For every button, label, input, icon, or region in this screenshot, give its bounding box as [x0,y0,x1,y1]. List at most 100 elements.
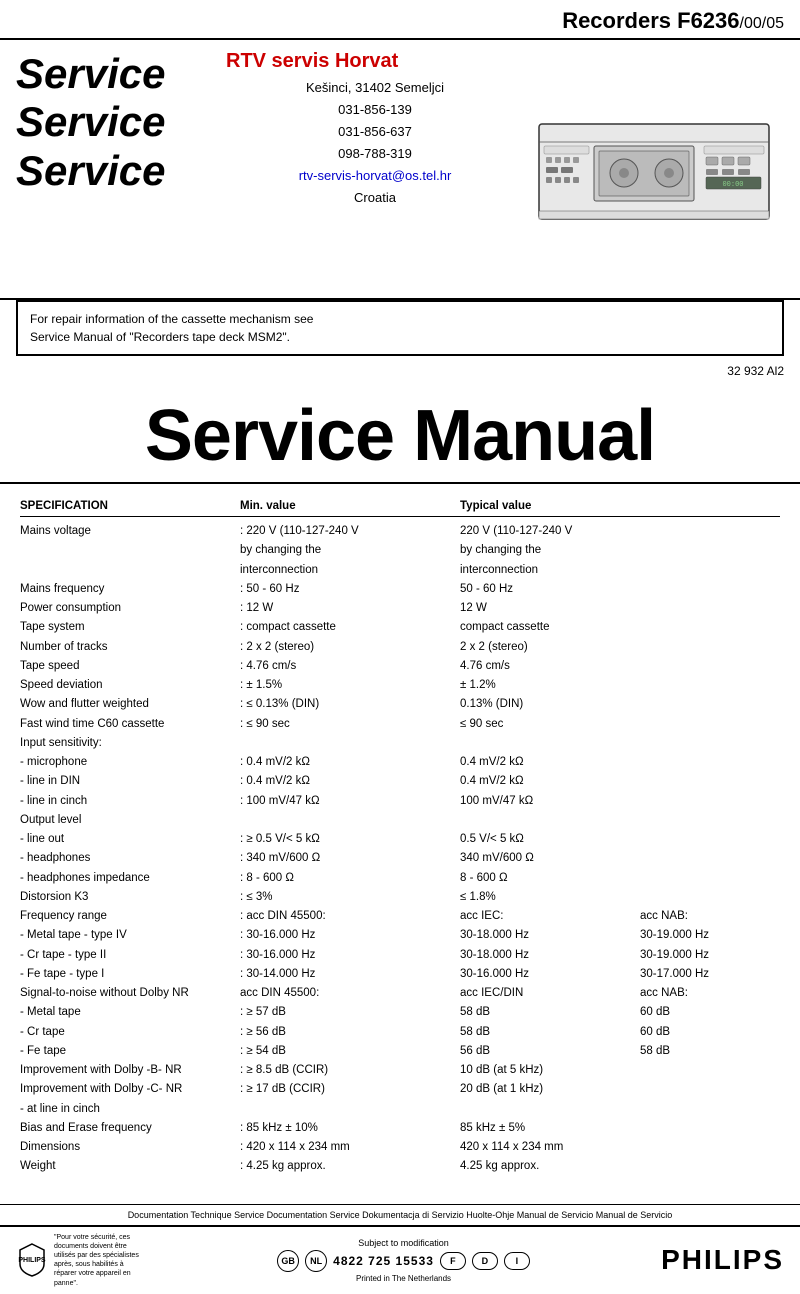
spec-nab: acc NAB: [640,985,780,1002]
spec-label: - microphone [20,754,240,771]
spec-col-nab-header [640,500,780,512]
badge-i: I [504,1252,530,1270]
spec-min: : 2 x 2 (stereo) [240,639,460,656]
spec-typ: 0.4 mV/2 kΩ [460,754,640,771]
spec-nab [640,850,780,867]
spec-typ: 85 kHz ± 5% [460,1120,640,1137]
email[interactable]: rtv-servis-horvat@os.tel.hr [226,165,524,187]
printed-line: Printed in The Netherlands [356,1274,451,1283]
spec-label: Mains frequency [20,581,240,598]
spec-typ: ≤ 1.8% [460,889,640,906]
spec-nab [640,793,780,810]
service-word-1: Service [16,50,216,98]
spec-label: Frequency range [20,908,240,925]
spec-label: - Metal tape [20,1004,240,1021]
spec-min: : ± 1.5% [240,677,460,694]
spec-nab [640,600,780,617]
spec-min: : 30-14.000 Hz [240,966,460,983]
spec-row: Distorsion K3 : ≤ 3% ≤ 1.8% [20,889,780,906]
spec-typ: 420 x 114 x 234 mm [460,1139,640,1156]
service-word-2: Service [16,98,216,146]
spec-label: - headphones impedance [20,870,240,887]
spec-label: - Cr tape [20,1024,240,1041]
spec-row: Tape system : compact cassette compact c… [20,619,780,636]
spec-row: - Fe tape - type I : 30-14.000 Hz 30-16.… [20,966,780,983]
spec-nab [640,773,780,790]
spec-min: : ≥ 8.5 dB (CCIR) [240,1062,460,1079]
spec-label [20,562,240,579]
top-header: Recorders F6236/00/05 [0,0,800,40]
philips-logo-right: PHILIPS [661,1244,784,1276]
spec-min: : ≥ 56 dB [240,1024,460,1041]
spec-nab [640,1062,780,1079]
phone3: 098-788-319 [226,143,524,165]
spec-row: - at line in cinch [20,1101,780,1118]
spec-typ: 4.25 kg approx. [460,1158,640,1175]
model-variant: /00/05 [740,15,784,32]
spec-label: Mains voltage [20,523,240,540]
spec-col-min-header: Min. value [240,500,460,512]
spec-typ: 10 dB (at 5 kHz) [460,1062,640,1079]
spec-label: Number of tracks [20,639,240,656]
spec-min [240,1101,460,1118]
spec-label: Improvement with Dolby -C- NR [20,1081,240,1098]
spec-typ: acc IEC: [460,908,640,925]
spec-min [240,812,460,829]
spec-row: Tape speed : 4.76 cm/s 4.76 cm/s [20,658,780,675]
spec-row: Output level [20,812,780,829]
svg-text:PHILIPS: PHILIPS [18,1257,46,1264]
spec-row: - Metal tape : ≥ 57 dB 58 dB 60 dB [20,1004,780,1021]
spec-row: - headphones impedance : 8 - 600 Ω 8 - 6… [20,870,780,887]
spec-nab [640,716,780,733]
spec-label [20,542,240,559]
spec-typ: 8 - 600 Ω [460,870,640,887]
spec-row: Signal-to-noise without Dolby NR acc DIN… [20,985,780,1002]
spec-nab [640,658,780,675]
svg-text:00:00: 00:00 [722,181,743,189]
spec-min: : ≥ 17 dB (CCIR) [240,1081,460,1098]
spec-row: Dimensions : 420 x 114 x 234 mm 420 x 11… [20,1139,780,1156]
spec-typ: by changing the [460,542,640,559]
badge-f: F [440,1252,466,1270]
spec-label: Fast wind time C60 cassette [20,716,240,733]
spec-row: - line in DIN : 0.4 mV/2 kΩ 0.4 mV/2 kΩ [20,773,780,790]
spec-typ: 0.5 V/< 5 kΩ [460,831,640,848]
badge-nl: NL [305,1250,327,1272]
spec-min: : ≥ 57 dB [240,1004,460,1021]
spec-row: interconnection interconnection [20,562,780,579]
spec-min: : ≥ 0.5 V/< 5 kΩ [240,831,460,848]
spec-nab [640,754,780,771]
spec-typ: 0.4 mV/2 kΩ [460,773,640,790]
part-number: 32 932 Al2 [0,362,800,380]
spec-min: : ≤ 90 sec [240,716,460,733]
spec-min: : 4.76 cm/s [240,658,460,675]
spec-typ: 58 dB [460,1004,640,1021]
spec-min: : 50 - 60 Hz [240,581,460,598]
spec-row: Frequency range : acc DIN 45500: acc IEC… [20,908,780,925]
spec-min: : 85 kHz ± 10% [240,1120,460,1137]
spec-typ: 30-18.000 Hz [460,947,640,964]
spec-min: : 100 mV/47 kΩ [240,793,460,810]
spec-typ: ≤ 90 sec [460,716,640,733]
spec-min: : ≤ 0.13% (DIN) [240,696,460,713]
spec-typ: 4.76 cm/s [460,658,640,675]
spec-min: : 0.4 mV/2 kΩ [240,754,460,771]
spec-nab [640,696,780,713]
recorder-title: Recorders F6236/00/05 [562,8,784,34]
spec-nab: 60 dB [640,1024,780,1041]
spec-min: : 12 W [240,600,460,617]
spec-typ [460,735,640,752]
spec-nab [640,831,780,848]
spec-col-typ-header: Typical value [460,500,640,512]
service-words-block: Service Service Service [16,50,216,288]
spec-typ: 30-18.000 Hz [460,927,640,944]
spec-label: - Fe tape [20,1043,240,1060]
spec-nab: 30-19.000 Hz [640,927,780,944]
spec-typ: 50 - 60 Hz [460,581,640,598]
fd-badges: F D I [440,1252,530,1270]
spec-min: : 340 mV/600 Ω [240,850,460,867]
philips-shield-icon: PHILIPS [16,1242,48,1278]
spec-nab [640,1101,780,1118]
spec-row: - Fe tape : ≥ 54 dB 56 dB 58 dB [20,1043,780,1060]
spec-min: : acc DIN 45500: [240,908,460,925]
